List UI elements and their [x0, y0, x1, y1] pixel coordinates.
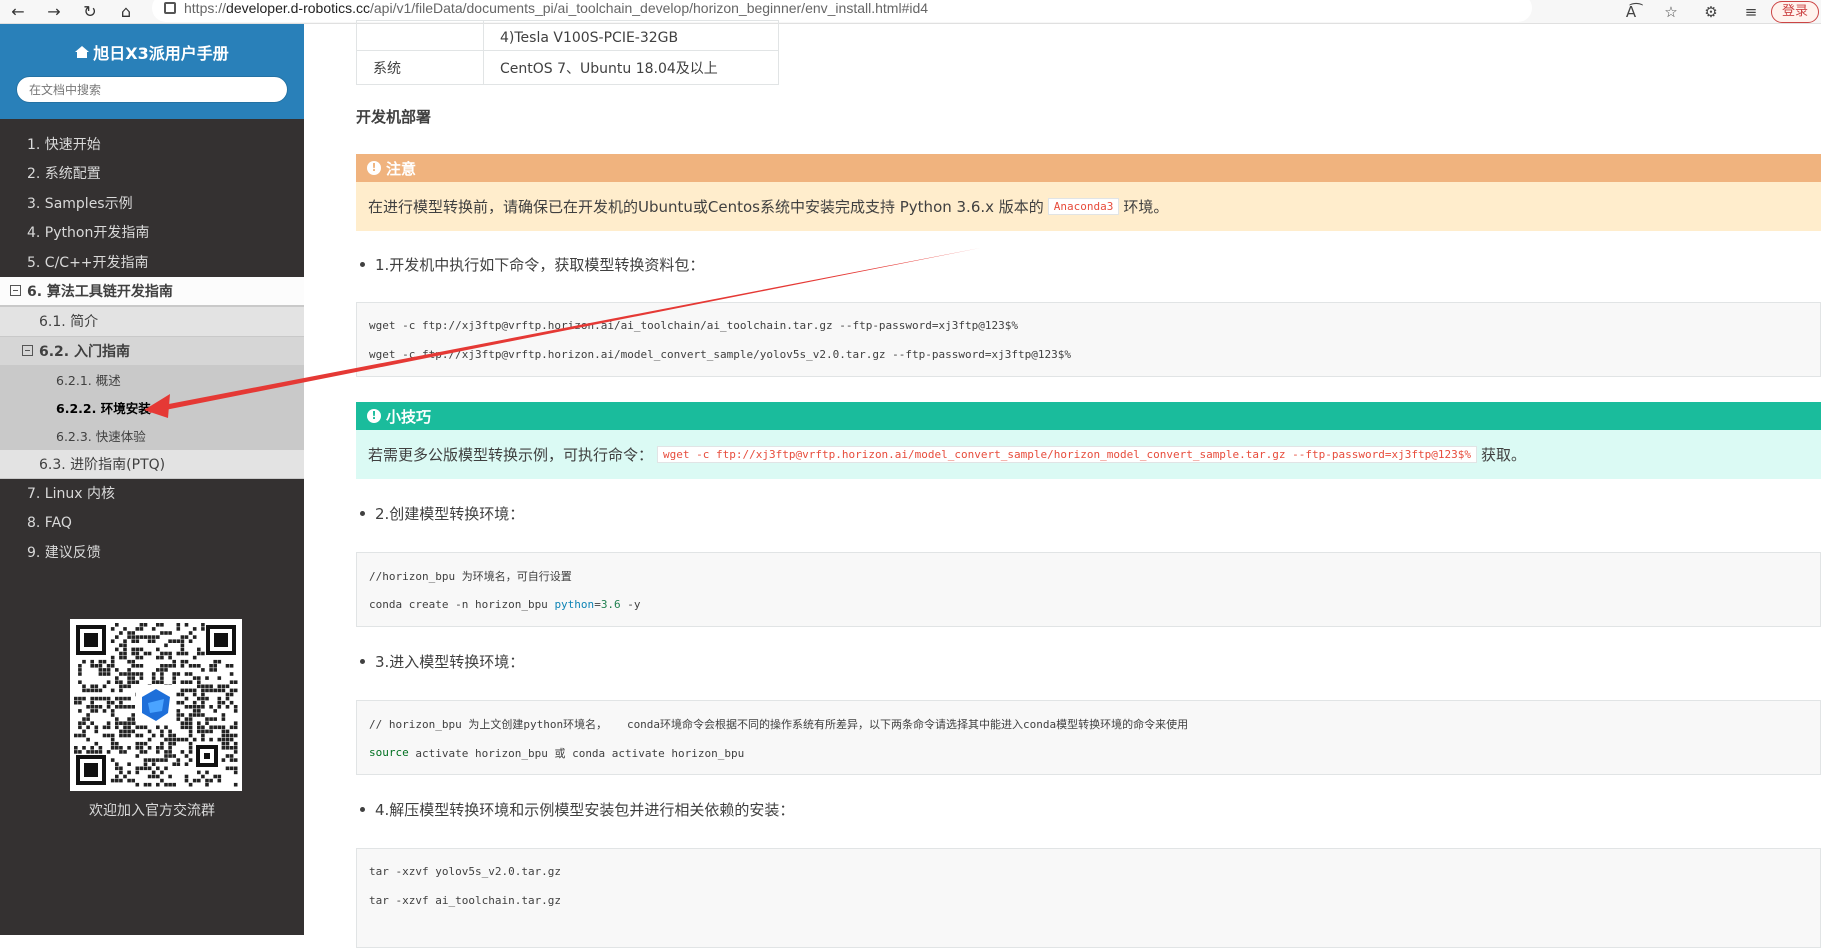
- toc-item-quickstart[interactable]: 1. 快速开始: [0, 129, 304, 159]
- code-line: source activate horizon_bpu 或 conda acti…: [369, 746, 745, 760]
- warning-text-end: 环境。: [1123, 198, 1169, 216]
- toc-item-linux-kernel[interactable]: 7. Linux 内核: [0, 479, 304, 509]
- home-icon: [75, 46, 90, 58]
- back-icon[interactable]: ←: [0, 0, 36, 24]
- tip-text: 若需更多公版模型转换示例，可执行命令：: [368, 446, 654, 464]
- toc-item-intro[interactable]: 6.1. 简介: [0, 306, 304, 336]
- favorites-list-icon[interactable]: ≡: [1731, 3, 1771, 21]
- bullet-dot: [360, 262, 365, 267]
- table-cell: CentOS 7、Ubuntu 18.04及以上: [483, 50, 779, 85]
- exclamation-icon: !: [367, 161, 381, 175]
- manual-title-link[interactable]: 旭日X3派用户手册: [0, 40, 304, 64]
- spec-table: 4)Tesla V100S-PCIE-32GB 系统 CentOS 7、Ubun…: [356, 20, 779, 85]
- code-line: wget -c ftp://xj3ftp@vrftp.horizon.ai/ai…: [369, 319, 1019, 332]
- code-line: tar -xzvf yolov5s_v2.0.tar.gz: [369, 865, 562, 878]
- favorite-star-icon[interactable]: ☆: [1651, 3, 1691, 21]
- collapse-icon[interactable]: [10, 285, 21, 297]
- toc-item-toolchain[interactable]: 6. 算法工具链开发指南: [0, 276, 304, 306]
- list-item: 1.开发机中执行如下命令，获取模型转换资料包：: [360, 254, 704, 275]
- table-cell: 4)Tesla V100S-PCIE-32GB: [483, 20, 779, 51]
- section-heading: 开发机部署: [356, 108, 432, 126]
- code-line: conda create -n horizon_bpu python = 3.6 -…: [369, 598, 641, 611]
- qr-code-image: [70, 619, 242, 791]
- code-line: wget -c ftp://xj3ftp@vrftp.horizon.ai/mo…: [369, 348, 1071, 361]
- code-line: tar -xzvf ai_toolchain.tar.gz: [369, 894, 562, 907]
- toc-item-overview[interactable]: 6.2.1. 概述: [0, 365, 304, 393]
- search-input[interactable]: [16, 76, 288, 103]
- sidebar-header: 旭日X3派用户手册: [0, 24, 304, 119]
- toc-item-samples[interactable]: 3. Samples示例: [0, 188, 304, 218]
- login-button[interactable]: 登录: [1770, 1, 1819, 23]
- qr-caption: 欢迎加入官方交流群: [89, 803, 215, 819]
- warning-title: ! 注意: [356, 154, 1821, 182]
- warning-title-text: 注意: [386, 159, 417, 178]
- toc-item-label: 6.2. 入门指南: [39, 343, 130, 360]
- toc-item-advanced-ptq[interactable]: 6.3. 进阶指南(PTQ): [0, 449, 304, 479]
- list-item: 4.解压模型转换环境和示例模型安装包并进行相关依赖的安装：: [360, 799, 794, 820]
- toc-item-python[interactable]: 4. Python开发指南: [0, 218, 304, 248]
- code-block[interactable]: tar -xzvf yolov5s_v2.0.tar.gz tar -xzvf …: [356, 848, 1821, 948]
- home-icon[interactable]: ⌂: [108, 0, 144, 24]
- step-text: 3.进入模型转换环境：: [375, 653, 525, 671]
- toc-item-system-config[interactable]: 2. 系统配置: [0, 159, 304, 189]
- code-block[interactable]: wget -c ftp://xj3ftp@vrftp.horizon.ai/ai…: [356, 302, 1821, 377]
- toc-item-faq[interactable]: 8. FAQ: [0, 508, 304, 538]
- tip-title: ! 小技巧: [356, 402, 1821, 430]
- warning-admonition: ! 注意 在进行模型转换前，请确保已在开发机的Ubuntu或Centos系统中安…: [356, 154, 1821, 231]
- toc-item-feedback[interactable]: 9. 建议反馈: [0, 538, 304, 568]
- lock-icon: [164, 2, 176, 14]
- warning-text: 在进行模型转换前，请确保已在开发机的Ubuntu或Centos系统中安装完成支持…: [368, 198, 1044, 216]
- bullet-dot: [360, 807, 365, 812]
- bullet-dot: [360, 511, 365, 516]
- toc-item-cpp[interactable]: 5. C/C++开发指南: [0, 247, 304, 277]
- exclamation-icon: !: [367, 409, 381, 423]
- browser-toolbar: ← → ↻ ⌂ https:// developer.d-robotics.cc…: [0, 0, 1821, 24]
- bullet-dot: [360, 659, 365, 664]
- tip-body: 若需更多公版模型转换示例，可执行命令： wget -c ftp://xj3ftp…: [356, 430, 1821, 479]
- step-text: 1.开发机中执行如下命令，获取模型转换资料包：: [375, 256, 705, 274]
- table-cell: 系统: [356, 50, 484, 85]
- code-comment: //horizon_bpu 为环境名，可自行设置: [369, 569, 572, 583]
- code-block[interactable]: //horizon_bpu 为环境名，可自行设置 conda create -n…: [356, 552, 1821, 627]
- reload-icon[interactable]: ↻: [72, 0, 108, 24]
- toc-item-getting-started[interactable]: 6.2. 入门指南: [0, 335, 304, 365]
- tip-title-text: 小技巧: [386, 407, 432, 426]
- url-path: /api/v1/fileData/documents_pi/ai_toolcha…: [370, 0, 929, 16]
- tip-text-end: 获取。: [1480, 446, 1526, 464]
- inline-code: Anaconda3: [1047, 198, 1120, 215]
- collapse-icon[interactable]: [22, 345, 33, 357]
- inline-code: wget -c ftp://xj3ftp@vrftp.horizon.ai/mo…: [657, 446, 1477, 463]
- list-item: 2.创建模型转换环境：: [360, 503, 524, 524]
- code-comment: // horizon_bpu 为上文创建python环境名， conda环境命令…: [369, 717, 1189, 731]
- list-item: 3.进入模型转换环境：: [360, 651, 524, 672]
- table-cell: [356, 20, 484, 51]
- url-scheme: https://: [184, 0, 227, 16]
- main-content: 4)Tesla V100S-PCIE-32GB 系统 CentOS 7、Ubun…: [304, 20, 1821, 948]
- forward-icon[interactable]: →: [36, 0, 72, 24]
- sidebar: 旭日X3派用户手册 1. 快速开始 2. 系统配置 3. Samples示例 4…: [0, 24, 304, 935]
- tip-admonition: ! 小技巧 若需更多公版模型转换示例，可执行命令： wget -c ftp://…: [356, 402, 1821, 479]
- toc-item-label: 6. 算法工具链开发指南: [27, 283, 173, 300]
- toc-menu: 1. 快速开始 2. 系统配置 3. Samples示例 4. Python开发…: [0, 129, 304, 567]
- extensions-icon[interactable]: ⚙: [1691, 3, 1731, 21]
- step-text: 2.创建模型转换环境：: [375, 505, 525, 523]
- url-host: developer.d-robotics.cc: [226, 0, 370, 16]
- toc-item-quick-experience[interactable]: 6.2.3. 快速体验: [0, 421, 304, 449]
- read-aloud-icon[interactable]: A͡: [1611, 3, 1651, 21]
- code-block[interactable]: // horizon_bpu 为上文创建python环境名， conda环境命令…: [356, 700, 1821, 775]
- toc-item-env-install[interactable]: 6.2.2. 环境安装: [0, 393, 304, 421]
- step-text: 4.解压模型转换环境和示例模型安装包并进行相关依赖的安装：: [375, 801, 795, 819]
- address-bar[interactable]: https:// developer.d-robotics.cc /api/v1…: [152, 0, 1532, 22]
- warning-body: 在进行模型转换前，请确保已在开发机的Ubuntu或Centos系统中安装完成支持…: [356, 182, 1821, 231]
- manual-title: 旭日X3派用户手册: [93, 44, 229, 63]
